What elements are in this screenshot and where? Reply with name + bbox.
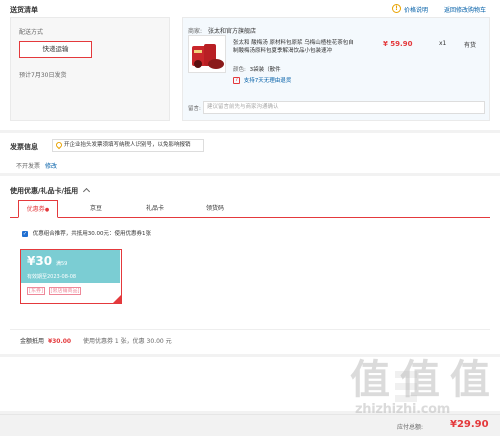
- return-badge-icon: 7: [233, 77, 240, 84]
- shop-row: 商家: 张太和官方旗舰店: [188, 26, 256, 35]
- delivery-method-label: 配送方式: [19, 29, 44, 36]
- product-title[interactable]: 张太和 酸梅汤 原材料包原浆 乌梅山楂桂花茶包自制酸梅汤原料包夏季解渴饮品小包装…: [233, 39, 355, 55]
- product-quantity: x1: [439, 40, 447, 47]
- discount-detail: 使用优惠券 1 张，优惠 30.00 元: [83, 338, 172, 345]
- coupon-tag-dongquan: [东券]: [27, 287, 45, 295]
- chevron-up-icon: [82, 187, 90, 196]
- discount-summary: 金额抵用 ¥30.00 使用优惠券 1 张，优惠 30.00 元: [10, 329, 490, 347]
- pay-label: 应付总额:: [397, 424, 424, 431]
- tab-coupon-label: 优惠券: [26, 206, 45, 213]
- coupon-section-title[interactable]: 使用优惠/礼品卡/抵用: [10, 186, 90, 196]
- info-icon: !: [392, 4, 401, 13]
- invoice-section: 发票信息 开企业抬头发票须填写纳税人识别号，以免影响报销 不开发票 修改: [0, 133, 500, 173]
- coupon-expiry: 有效期至2023-08-08: [27, 274, 77, 280]
- coupon-tags: [东券] [限店铺商品]: [27, 287, 82, 295]
- invoice-type: 不开发票: [16, 163, 41, 170]
- invoice-title: 发票信息: [10, 143, 38, 151]
- coupon-section: 使用优惠/礼品卡/抵用 优惠券● 京豆 礼品卡 领货码 ✓ 优惠组合推荐，共抵用…: [0, 176, 500, 354]
- coupon-section-title-text: 使用优惠/礼品卡/抵用: [10, 187, 79, 195]
- coupon-amount: ¥30: [27, 254, 53, 268]
- combo-recommend-row[interactable]: ✓ 优惠组合推荐，共抵用30.00元：使用优惠券1张: [22, 229, 151, 237]
- coupon-tabs: 优惠券● 京豆 礼品卡 领货码: [10, 200, 490, 218]
- discount-value: ¥30.00: [47, 338, 72, 345]
- coupon-condition: 满59: [55, 261, 68, 267]
- product-image[interactable]: [188, 35, 226, 73]
- stock-status: 有货: [464, 42, 477, 49]
- color-label: 颜色:: [233, 67, 246, 73]
- price-notice-link[interactable]: 价格说明: [404, 5, 428, 14]
- shop-label: 商家:: [188, 28, 203, 35]
- seven-day-return-row: 7 支持7天无理由退货: [233, 76, 291, 84]
- location-pin-icon: [54, 140, 64, 150]
- invoice-edit-link[interactable]: 修改: [45, 163, 57, 170]
- discount-summary-row: 金额抵用 ¥30.00 使用优惠券 1 张，优惠 30.00 元: [20, 336, 172, 345]
- combo-checkbox[interactable]: ✓: [22, 230, 28, 237]
- color-row: 颜色: 3袋装（散件: [233, 65, 281, 73]
- combo-recommend-text: 优惠组合推荐，共抵用30.00元：使用优惠券1张: [32, 231, 151, 237]
- pay-amount: ¥29.90: [450, 419, 489, 430]
- remark-input[interactable]: 建议留言前先与商家沟通确认: [203, 101, 485, 114]
- seven-day-return-text[interactable]: 支持7天无理由退货: [244, 78, 292, 84]
- express-shipping-button[interactable]: 快递运输: [19, 41, 92, 58]
- payment-bar: 应付总额: ¥29.90: [0, 414, 500, 436]
- watermark-url: zhizhizhi.com: [355, 402, 451, 417]
- color-value: 3袋装（散件: [249, 67, 281, 73]
- discount-label: 金额抵用: [20, 338, 45, 345]
- invoice-notice-text: 开企业抬头发票须填写纳税人识别号，以免影响报销: [64, 142, 191, 148]
- product-price: ¥ 59.90: [383, 40, 413, 48]
- remark-label: 留言:: [188, 106, 201, 112]
- product-thumbnail-icon: [189, 36, 225, 72]
- shop-name[interactable]: 张太和官方旗舰店: [208, 28, 256, 35]
- tab-gift-card[interactable]: 礼品卡: [137, 200, 173, 218]
- tab-jingdou[interactable]: 京豆: [80, 200, 112, 218]
- coupon-amount-row: ¥30 满59: [27, 254, 67, 268]
- shipping-list-title: 送货清单: [10, 6, 38, 14]
- coupon-card[interactable]: ¥30 满59 有效期至2023-08-08 [东券] [限店铺商品]: [20, 249, 122, 304]
- watermark-logo: 值 值 值: [350, 357, 490, 403]
- invoice-type-row: 不开发票 修改: [16, 161, 57, 170]
- product-panel: 商家: 张太和官方旗舰店 张太和 酸梅汤 原材料包原浆 乌梅山楂桂花茶包自制酸梅…: [182, 17, 490, 121]
- back-to-cart-link[interactable]: 返回修改购物车: [444, 5, 486, 14]
- invoice-notice: 开企业抬头发票须填写纳税人识别号，以免影响报销: [52, 139, 204, 152]
- shipping-list-section: 送货清单 ! 价格说明 返回修改购物车 配送方式 快递运输 预计7月30日发货 …: [0, 0, 500, 130]
- tab-required-mark: ●: [44, 207, 50, 213]
- tab-coupon[interactable]: 优惠券●: [18, 200, 58, 218]
- coupon-card-header: ¥30 满59 有效期至2023-08-08: [21, 250, 120, 283]
- estimated-ship-date: 预计7月30日发货: [19, 72, 67, 79]
- tab-redemption-code[interactable]: 领货码: [197, 200, 233, 218]
- delivery-method-panel: 配送方式 快递运输 预计7月30日发货: [10, 17, 170, 121]
- coupon-tag-store-only: [限店铺商品]: [48, 287, 82, 295]
- selected-corner-icon: [113, 295, 121, 303]
